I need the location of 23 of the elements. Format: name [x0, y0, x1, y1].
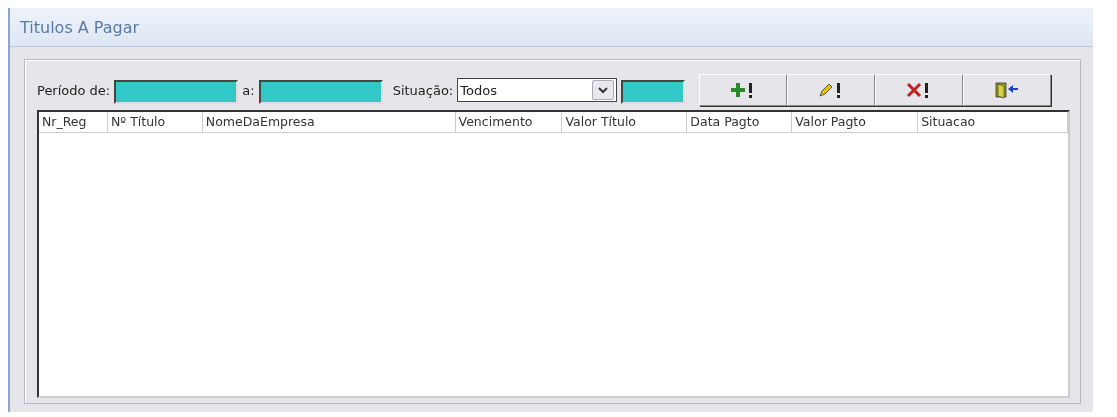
window-title: Titulos A Pagar: [10, 8, 1093, 47]
column-header[interactable]: Data Pagto: [687, 112, 793, 132]
exit-button[interactable]: [963, 74, 1052, 106]
period-from-field[interactable]: [114, 80, 239, 104]
column-header[interactable]: Situacao: [918, 112, 1068, 132]
status-dropdown[interactable]: Todos: [457, 78, 618, 102]
period-to-label: a:: [242, 82, 255, 98]
add-button[interactable]: [699, 74, 788, 106]
column-header[interactable]: Nº Título: [107, 112, 203, 132]
period-from-label: Período de:: [37, 82, 111, 98]
chevron-down-icon: [598, 86, 609, 94]
exit-door-icon: [994, 81, 1021, 99]
column-header[interactable]: Vencimento: [455, 112, 563, 132]
period-to-field[interactable]: [258, 80, 383, 104]
column-header[interactable]: Nr_Reg: [39, 112, 108, 132]
column-header[interactable]: Valor Título: [562, 112, 688, 132]
column-header[interactable]: NomeDaEmpresa: [202, 112, 456, 132]
status-code-field[interactable]: [621, 80, 686, 104]
edit-button[interactable]: [787, 74, 876, 106]
dropdown-button[interactable]: [592, 80, 615, 100]
delete-button[interactable]: [875, 74, 964, 106]
column-header[interactable]: Valor Pagto: [792, 112, 919, 132]
status-label: Situação:: [392, 82, 454, 98]
